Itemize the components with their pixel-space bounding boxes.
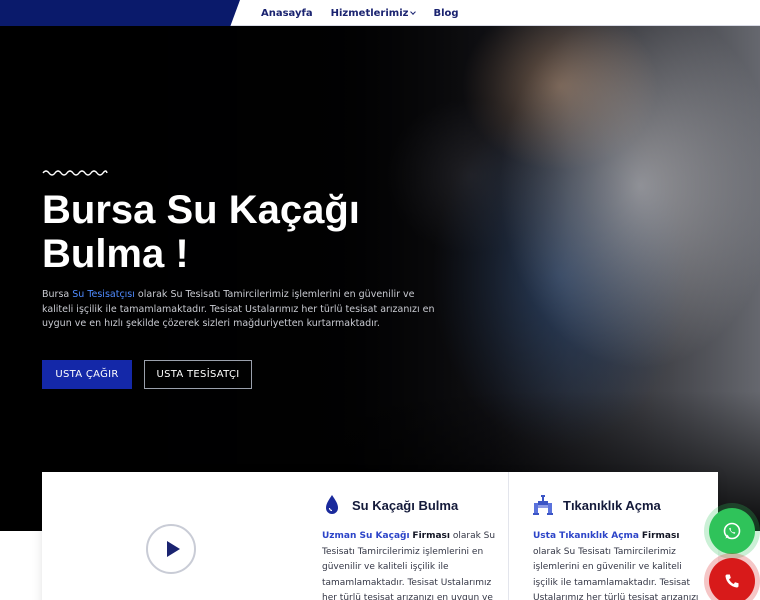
- card-link[interactable]: Usta Tıkanıklık Açma: [533, 531, 639, 541]
- whatsapp-button[interactable]: [709, 508, 755, 554]
- hero-section: Bursa Su Kaçağı Bulma ! Bursa Su Tesisat…: [0, 26, 760, 531]
- nav-link-blog[interactable]: Blog: [433, 8, 458, 19]
- wave-decoration-icon: [42, 170, 108, 176]
- hero-text-link[interactable]: Su Tesisatçısı: [72, 289, 135, 300]
- video-panel: [42, 472, 298, 600]
- card-header: Tıkanıklık Açma: [533, 494, 661, 516]
- usta-tesisatci-button[interactable]: USTA TESİSATÇI: [144, 360, 252, 389]
- play-video-button[interactable]: [146, 524, 196, 574]
- nav-link-label: Blog: [433, 7, 459, 19]
- service-card-su-kacagi: Su Kaçağı Bulma Uzman Su Kaçağı Firması …: [298, 472, 508, 600]
- service-card-tikaniklik: Tıkanıklık Açma Usta Tıkanıklık Açma Fir…: [508, 472, 718, 600]
- water-drop-icon: [326, 495, 338, 514]
- hero-title: Bursa Su Kaçağı Bulma !: [42, 188, 442, 276]
- card-header: Su Kaçağı Bulma: [322, 494, 458, 516]
- card-title: Tıkanıklık Açma: [563, 497, 661, 513]
- chevron-down-icon: [410, 9, 417, 15]
- whatsapp-icon: [723, 522, 741, 540]
- page: Anasayfa Hizmetlerimiz Blog Bursa Su Kaç…: [0, 0, 760, 600]
- card-description: Uzman Su Kaçağı Firması olarak Su Tesisa…: [322, 529, 498, 600]
- hero-title-line-1: Bursa Su Kaçağı: [42, 188, 360, 232]
- card-bold-text: Firması: [412, 531, 450, 541]
- hero-description: Bursa Su Tesisatçısı olarak Su Tesisatı …: [42, 288, 442, 332]
- brand-logo-area[interactable]: [0, 0, 240, 26]
- card-body: olarak Su Tesisatı Tamircilerimiz işleml…: [533, 546, 699, 600]
- call-button[interactable]: [709, 558, 755, 600]
- services-cards: Su Kaçağı Bulma Uzman Su Kaçağı Firması …: [42, 472, 718, 600]
- usta-cagir-button[interactable]: USTA ÇAĞIR: [42, 360, 132, 389]
- top-navigation-bar: Anasayfa Hizmetlerimiz Blog: [0, 0, 760, 26]
- nav-link-label: Hizmetlerimiz: [330, 7, 409, 19]
- card-link[interactable]: Uzman Su Kaçağı: [322, 531, 410, 541]
- pipe-valve-icon: [533, 495, 553, 515]
- phone-icon: [725, 574, 739, 588]
- nav-link-hizmetlerimiz[interactable]: Hizmetlerimiz: [330, 7, 417, 19]
- hero-text-prefix: Bursa: [42, 289, 70, 300]
- hero-title-line-2: Bulma !: [42, 232, 189, 276]
- nav-link-label: Anasayfa: [261, 7, 313, 19]
- main-nav: Anasayfa Hizmetlerimiz Blog: [261, 0, 477, 26]
- play-icon: [166, 541, 180, 557]
- card-description: Usta Tıkanıklık Açma Firması olarak Su T…: [533, 529, 709, 600]
- nav-link-anasayfa[interactable]: Anasayfa: [261, 8, 313, 19]
- card-bold-text: Firması: [641, 531, 680, 541]
- card-title: Su Kaçağı Bulma: [352, 497, 459, 513]
- card-body: olarak Su Tesisatı Tamircilerimiz işleml…: [322, 531, 496, 600]
